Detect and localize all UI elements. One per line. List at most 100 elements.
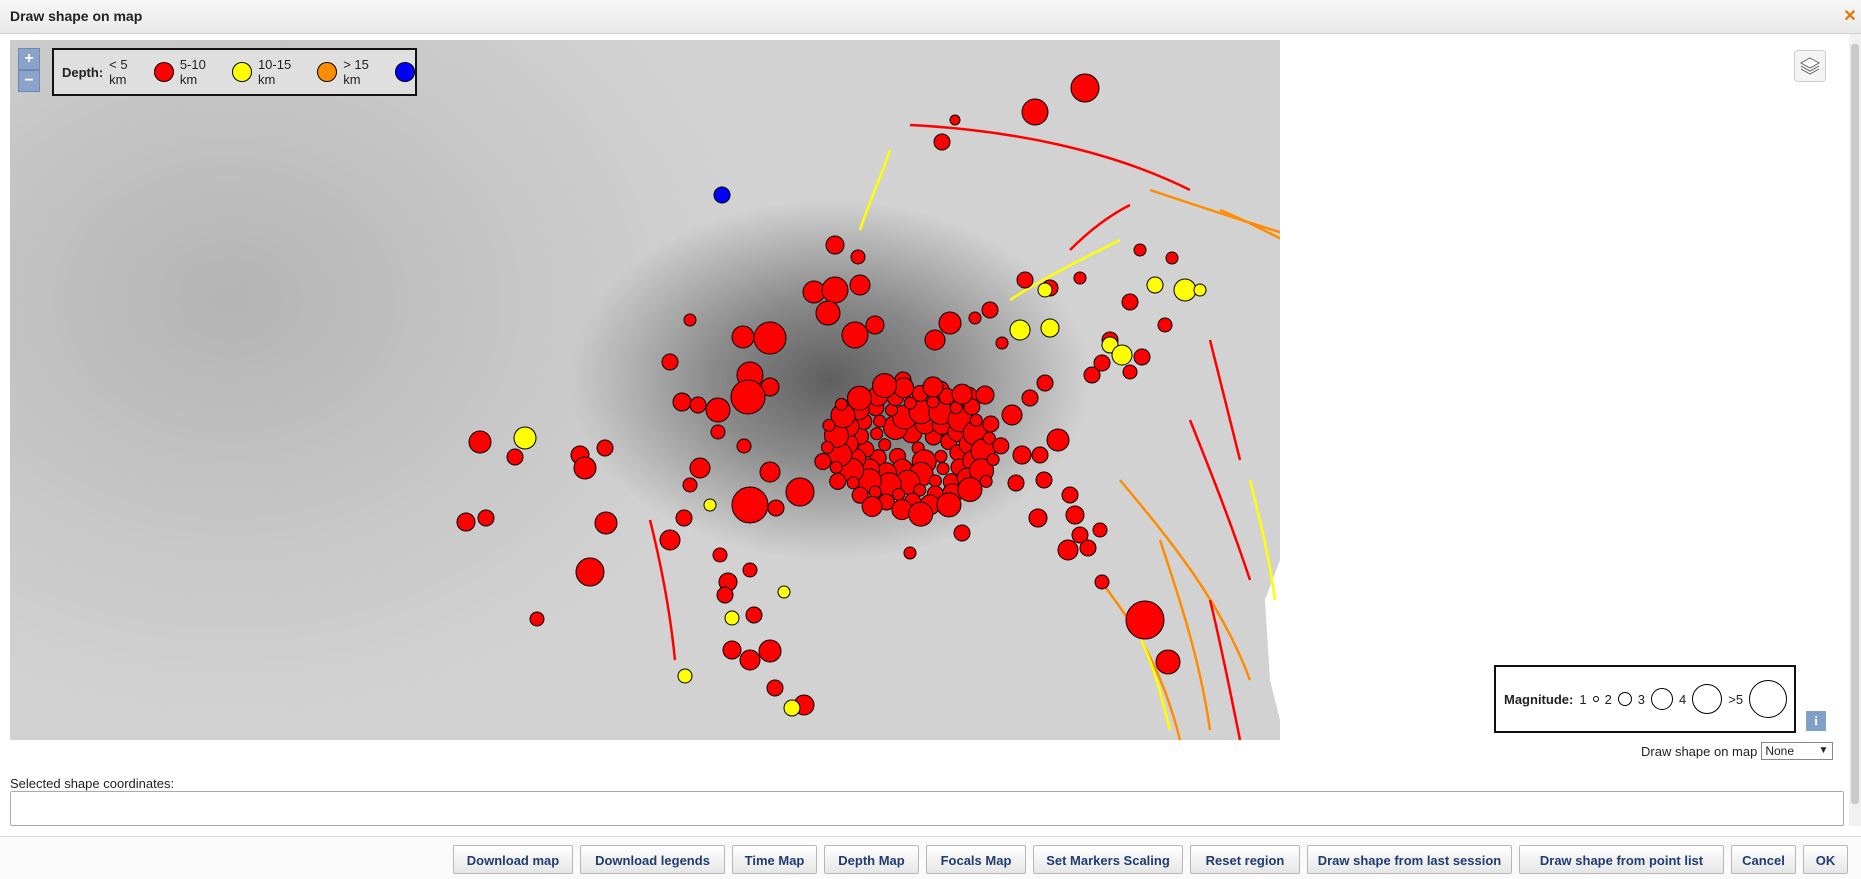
earthquake-marker (529, 611, 545, 627)
earthquake-marker (672, 392, 692, 412)
earthquake-marker (1070, 73, 1100, 103)
earthquake-marker (926, 395, 940, 409)
focals-map-button[interactable]: Focals Map (926, 845, 1026, 874)
cancel-button[interactable]: Cancel (1731, 845, 1796, 874)
magnitude-legend: Magnitude: 1 2 3 4 >5 (1494, 665, 1796, 733)
earthquake-marker (814, 453, 832, 471)
earthquake-marker (1031, 446, 1049, 464)
earthquake-marker (712, 547, 728, 563)
coordinates-label: Selected shape coordinates: (10, 776, 175, 791)
earthquake-marker (689, 396, 707, 414)
fault-line (1069, 203, 1131, 251)
earthquake-marker (730, 379, 766, 415)
depth-label-gt15: > 15 km (343, 57, 369, 87)
ok-button[interactable]: OK (1803, 845, 1848, 874)
map-canvas[interactable] (10, 40, 1280, 740)
close-icon[interactable]: ✕ (1841, 8, 1859, 26)
download-map-button[interactable]: Download map (453, 845, 573, 874)
earthquake-marker (731, 325, 755, 349)
earthquake-marker (957, 476, 983, 502)
earthquake-marker (1001, 404, 1023, 426)
earthquake-marker (936, 492, 962, 518)
zoom-in-button[interactable]: + (18, 48, 40, 70)
earthquake-marker (1121, 293, 1139, 311)
earthquake-marker (1009, 319, 1031, 341)
depth-map-button[interactable]: Depth Map (824, 845, 919, 874)
magnitude-label-3: 3 (1637, 691, 1646, 707)
reset-region-button[interactable]: Reset region (1190, 845, 1300, 874)
earthquake-marker (1173, 278, 1197, 302)
magnitude-legend-title: Magnitude: (1504, 691, 1574, 707)
earthquake-marker (753, 321, 787, 355)
fault-line (858, 149, 892, 231)
set-markers-scaling-button[interactable]: Set Markers Scaling (1033, 845, 1183, 874)
earthquake-marker (834, 397, 848, 411)
depth-swatch-red (154, 62, 174, 82)
earthquake-marker (1094, 574, 1110, 590)
earthquake-marker (722, 640, 742, 660)
earthquake-map[interactable]: + − Depth: < 5 km 5-10 km 10-15 km > 15 … (10, 40, 1280, 740)
magnitude-ring-5plus (1749, 680, 1788, 718)
earthquake-marker (829, 460, 843, 474)
fault-line (1219, 208, 1280, 240)
draw-shape-select-value: None (1765, 744, 1795, 758)
earthquake-marker (1021, 389, 1039, 407)
earthquake-marker (742, 562, 758, 578)
earthquake-marker (675, 509, 693, 527)
earthquake-marker (767, 499, 785, 517)
magnitude-label-2: 2 (1604, 691, 1612, 707)
earthquake-marker (1037, 282, 1053, 298)
earthquake-marker (682, 477, 698, 493)
dialog-scrollbar[interactable] (1849, 34, 1861, 826)
depth-swatch-yellow (232, 62, 252, 82)
earthquake-marker (573, 456, 597, 480)
earthquake-marker (846, 476, 860, 490)
earthquake-marker (850, 249, 866, 265)
earthquake-marker (928, 474, 942, 488)
earthquake-marker (1036, 374, 1054, 392)
earthquake-marker (596, 439, 614, 457)
earthquake-marker (933, 133, 951, 151)
earthquake-marker (758, 639, 782, 663)
draw-shape-select[interactable]: None ▼ (1761, 742, 1834, 760)
info-button[interactable]: i (1806, 711, 1826, 731)
fault-line (1149, 188, 1280, 234)
earthquake-marker (1111, 344, 1133, 366)
earthquake-marker (846, 385, 872, 411)
scrollbar-thumb[interactable] (1851, 44, 1859, 804)
earthquake-marker (968, 311, 982, 325)
earthquake-marker (822, 418, 836, 432)
earthquake-marker (975, 385, 995, 405)
earthquake-marker (949, 114, 961, 126)
time-map-button[interactable]: Time Map (732, 845, 817, 874)
earthquake-marker (841, 321, 869, 349)
draw-shape-point-list-button[interactable]: Draw shape from point list (1519, 845, 1724, 874)
earthquake-marker (1146, 276, 1164, 294)
layers-icon[interactable] (1794, 50, 1826, 82)
draw-shape-last-session-button[interactable]: Draw shape from last session (1307, 845, 1512, 874)
earthquake-marker (1021, 98, 1049, 126)
earthquake-marker (981, 301, 999, 319)
earthquake-marker (594, 511, 618, 535)
earthquake-marker (1073, 271, 1087, 285)
depth-swatch-orange (317, 62, 338, 82)
earthquake-marker (1125, 600, 1165, 640)
download-legends-button[interactable]: Download legends (580, 845, 725, 874)
earthquake-marker (936, 462, 950, 476)
earthquake-marker (871, 373, 897, 399)
earthquake-marker (951, 383, 973, 405)
earthquake-marker (677, 668, 693, 684)
earthquake-marker (661, 353, 679, 371)
sea-area (1265, 40, 1280, 740)
earthquake-marker (703, 498, 717, 512)
earthquake-marker (986, 453, 1000, 467)
earthquake-marker (861, 495, 883, 517)
earthquake-marker (1040, 318, 1060, 338)
earthquake-marker (724, 610, 740, 626)
zoom-out-button[interactable]: − (18, 70, 40, 92)
earthquake-marker (477, 509, 495, 527)
fault-line (909, 123, 1191, 192)
earthquake-marker (1016, 271, 1034, 289)
earthquake-marker (739, 649, 761, 671)
coordinates-textarea[interactable] (10, 791, 1844, 826)
